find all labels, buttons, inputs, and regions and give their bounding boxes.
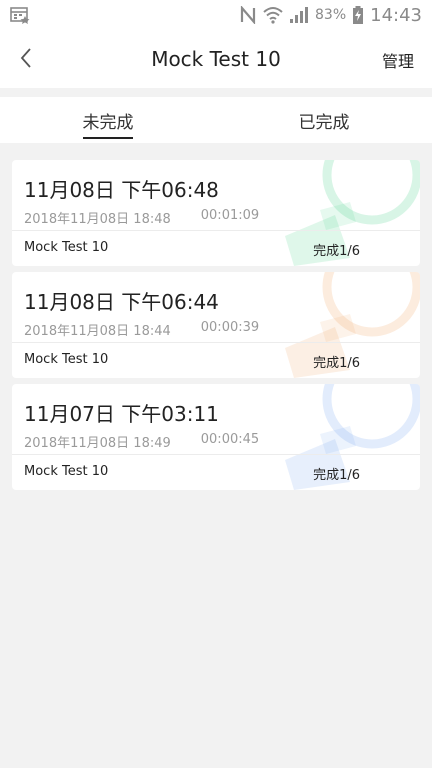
back-button[interactable]: [12, 44, 40, 72]
battery-charging-icon: [353, 6, 364, 24]
nav-bar: Mock Test 10 管理: [0, 30, 432, 88]
record-datetime: 2018年11月08日 18:49: [24, 436, 171, 451]
record-list: 11月08日 下午06:48 2018年11月08日 18:48 00:01:0…: [0, 143, 432, 490]
record-progress: 完成1/6: [313, 244, 360, 259]
section-gap: [0, 88, 432, 97]
record-progress: 完成1/6: [313, 356, 360, 371]
clock: 14:43: [370, 4, 422, 26]
card-divider: [12, 342, 420, 343]
manage-button[interactable]: 管理: [382, 48, 414, 72]
record-test-name: Mock Test 10: [24, 464, 109, 479]
tab-incomplete-label: 未完成: [82, 112, 134, 133]
record-progress: 完成1/6: [313, 468, 360, 483]
page-title: Mock Test 10: [151, 47, 281, 71]
record-test-name: Mock Test 10: [24, 240, 109, 255]
battery-percent: 83%: [315, 7, 347, 23]
record-test-name: Mock Test 10: [24, 352, 109, 367]
record-title: 11月07日 下午03:11: [24, 402, 219, 426]
card-divider: [12, 230, 420, 231]
nfc-icon: [240, 6, 256, 24]
record-meta: 2018年11月08日 18:44 00:00:39: [24, 320, 259, 339]
tab-completed[interactable]: 已完成: [216, 97, 432, 143]
status-left: [10, 6, 30, 24]
status-bar: 83% 14:43: [0, 0, 432, 30]
card-divider: [12, 454, 420, 455]
record-meta: 2018年11月08日 18:48 00:01:09: [24, 208, 259, 227]
record-card[interactable]: 11月07日 下午03:11 2018年11月08日 18:49 00:00:4…: [12, 384, 420, 490]
record-meta: 2018年11月08日 18:49 00:00:45: [24, 432, 259, 451]
status-right: 83% 14:43: [239, 5, 422, 26]
calendar-notification-icon: [10, 7, 30, 24]
record-duration: 00:00:39: [200, 320, 260, 335]
tab-bar: 未完成 已完成: [0, 97, 432, 143]
record-title: 11月08日 下午06:48: [24, 178, 219, 202]
tab-active-indicator: [83, 137, 133, 139]
record-card[interactable]: 11月08日 下午06:44 2018年11月08日 18:44 00:00:3…: [12, 272, 420, 378]
tab-completed-label: 已完成: [298, 112, 350, 133]
signal-icon: [290, 7, 308, 23]
wifi-icon: [263, 7, 283, 24]
record-duration: 00:01:09: [200, 208, 260, 223]
record-card[interactable]: 11月08日 下午06:48 2018年11月08日 18:48 00:01:0…: [12, 160, 420, 266]
tab-incomplete[interactable]: 未完成: [0, 97, 216, 143]
record-datetime: 2018年11月08日 18:44: [24, 324, 171, 339]
chevron-left-icon: [20, 48, 31, 68]
record-title: 11月08日 下午06:44: [24, 290, 219, 314]
record-duration: 00:00:45: [200, 432, 260, 447]
record-datetime: 2018年11月08日 18:48: [24, 212, 171, 227]
